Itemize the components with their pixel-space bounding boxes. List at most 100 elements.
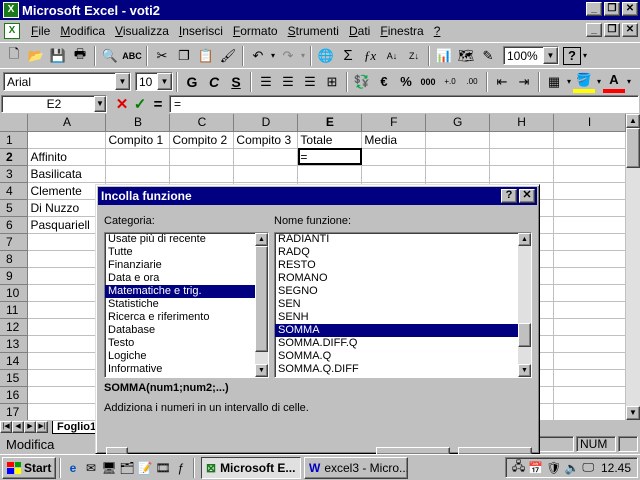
clock[interactable]: 12.45 bbox=[601, 461, 631, 475]
row-header[interactable]: 12 bbox=[0, 318, 29, 336]
cell-f3[interactable] bbox=[361, 165, 427, 183]
cell-d1[interactable]: Compito 3 bbox=[233, 131, 299, 149]
cell-h1[interactable] bbox=[489, 131, 555, 149]
column-header-h[interactable]: H bbox=[489, 114, 555, 132]
chevron-down-icon[interactable]: ▼ bbox=[115, 73, 130, 90]
antivirus-icon[interactable]: 🛡 bbox=[546, 461, 561, 475]
cell-e1[interactable]: Totale bbox=[297, 131, 363, 149]
workbook-icon[interactable]: X bbox=[4, 23, 20, 39]
menu-finestra[interactable]: Finestra bbox=[375, 24, 428, 38]
cell-b3[interactable] bbox=[105, 165, 171, 183]
undo-icon[interactable]: ↶ bbox=[247, 45, 269, 67]
cell-g1[interactable] bbox=[425, 131, 491, 149]
cell-i6[interactable] bbox=[553, 216, 626, 234]
category-item[interactable]: Usate più di recente bbox=[105, 233, 268, 246]
cancel-entry-button[interactable]: ✕ bbox=[113, 95, 131, 113]
borders-icon[interactable]: ▦ bbox=[543, 71, 565, 93]
menu-visualizza[interactable]: Visualizza bbox=[110, 24, 174, 38]
chevron-down-icon[interactable]: ▼ bbox=[157, 73, 172, 90]
scroll-down-icon[interactable]: ▼ bbox=[255, 364, 268, 377]
column-header-e[interactable]: E bbox=[297, 114, 363, 132]
row-header[interactable]: 10 bbox=[0, 284, 29, 302]
row-header[interactable]: 1 bbox=[0, 131, 29, 149]
function-item[interactable]: RADQ bbox=[275, 246, 531, 259]
decrease-indent-icon[interactable]: ⇤ bbox=[491, 71, 513, 93]
cell-i4[interactable] bbox=[553, 182, 626, 200]
menu-help[interactable]: ? bbox=[429, 24, 446, 38]
category-scrollbar[interactable]: ▲ ▼ bbox=[255, 233, 268, 377]
menu-dati[interactable]: Dati bbox=[344, 24, 375, 38]
row-header[interactable]: 15 bbox=[0, 369, 29, 387]
menu-strumenti[interactable]: Strumenti bbox=[283, 24, 344, 38]
category-item[interactable]: Logiche bbox=[105, 350, 268, 363]
column-header-b[interactable]: B bbox=[105, 114, 171, 132]
row-header[interactable]: 3 bbox=[0, 165, 29, 183]
taskbar-excel-voti2[interactable]: ⊠ Microsoft E... bbox=[201, 456, 301, 479]
taskbar-excel3[interactable]: W excel3 - Micro... bbox=[304, 456, 408, 479]
category-listbox[interactable]: Usate più di recente Tutte Finanziarie Data… bbox=[104, 232, 269, 378]
currency-format-icon[interactable]: 💱 bbox=[351, 71, 373, 93]
explorer-icon[interactable]: 🗂 bbox=[118, 459, 136, 477]
office-assistant-button[interactable]: ? bbox=[563, 46, 581, 65]
cell-i3[interactable] bbox=[553, 165, 626, 183]
minimize-button[interactable]: _ bbox=[586, 2, 602, 16]
network-icon[interactable]: 🖧 bbox=[512, 457, 525, 478]
cell-c2[interactable] bbox=[169, 148, 235, 166]
row-header[interactable]: 11 bbox=[0, 301, 29, 319]
cell-f1[interactable]: Media bbox=[361, 131, 427, 149]
cell-e2[interactable]: = bbox=[297, 148, 363, 166]
cell-b1[interactable]: Compito 1 bbox=[105, 131, 171, 149]
row-header[interactable]: 14 bbox=[0, 352, 29, 370]
cell-i1[interactable] bbox=[553, 131, 626, 149]
column-header-i[interactable]: I bbox=[553, 114, 626, 132]
cell-i9[interactable] bbox=[553, 267, 626, 285]
sort-descending-icon[interactable]: Z↓ bbox=[403, 45, 425, 67]
euro-button[interactable]: € bbox=[373, 71, 395, 93]
scheduler-icon[interactable]: 📅 bbox=[528, 461, 543, 475]
cell-i11[interactable] bbox=[553, 301, 626, 319]
cell-a2[interactable]: Affinito bbox=[27, 148, 107, 166]
cell-i5[interactable] bbox=[553, 199, 626, 217]
percent-button[interactable]: % bbox=[395, 71, 417, 93]
cell-h2[interactable] bbox=[489, 148, 555, 166]
column-header-f[interactable]: F bbox=[361, 114, 427, 132]
function-scrollbar[interactable]: ▲ ▼ bbox=[518, 233, 531, 377]
drawing-icon[interactable]: ✎ bbox=[477, 45, 499, 67]
print-preview-icon[interactable]: 🔍 bbox=[99, 45, 121, 67]
bold-button[interactable]: G bbox=[181, 71, 203, 93]
scroll-thumb[interactable] bbox=[626, 128, 640, 168]
cell-i10[interactable] bbox=[553, 284, 626, 302]
function-item[interactable]: SENH bbox=[275, 311, 531, 324]
font-color-dropdown-icon[interactable]: ▾ bbox=[625, 71, 633, 93]
function-item[interactable]: SOMMA.Q.DIFF bbox=[275, 363, 531, 376]
category-item[interactable]: Database bbox=[105, 324, 268, 337]
category-item[interactable]: Ricerca e riferimento bbox=[105, 311, 268, 324]
align-right-icon[interactable]: ☰ bbox=[299, 71, 321, 93]
column-header-a[interactable]: A bbox=[27, 114, 107, 132]
function-item[interactable]: SOMMA bbox=[275, 324, 531, 337]
function-item[interactable]: SEN bbox=[275, 298, 531, 311]
menu-file[interactable]: File bbox=[26, 24, 55, 38]
confirm-entry-button[interactable]: ✓ bbox=[131, 95, 149, 113]
scroll-thumb[interactable] bbox=[255, 246, 268, 352]
column-header-g[interactable]: G bbox=[425, 114, 491, 132]
media-icon[interactable]: 🎞 bbox=[154, 459, 172, 477]
scroll-up-icon[interactable]: ▲ bbox=[518, 233, 531, 246]
prev-sheet-icon[interactable]: ◀ bbox=[12, 421, 24, 433]
cell-i8[interactable] bbox=[553, 250, 626, 268]
column-header-d[interactable]: D bbox=[233, 114, 299, 132]
next-sheet-icon[interactable]: ▶ bbox=[24, 421, 36, 433]
decrease-decimal-icon[interactable]: .00 bbox=[461, 71, 483, 93]
fill-color-dropdown-icon[interactable]: ▾ bbox=[595, 71, 603, 93]
row-header[interactable]: 16 bbox=[0, 386, 29, 404]
close-button[interactable]: ✕ bbox=[622, 2, 638, 16]
doc-restore-button[interactable]: ❐ bbox=[604, 23, 620, 37]
volume-icon[interactable]: 🔈 bbox=[564, 461, 579, 475]
italic-button[interactable]: C bbox=[203, 71, 225, 93]
undo-dropdown-icon[interactable]: ▾ bbox=[269, 45, 277, 67]
fill-color-icon[interactable]: 🪣 bbox=[573, 71, 595, 93]
menu-modifica[interactable]: Modifica bbox=[55, 24, 110, 38]
underline-button[interactable]: S bbox=[225, 71, 247, 93]
row-header[interactable]: 17 bbox=[0, 403, 29, 420]
cell-i12[interactable] bbox=[553, 318, 626, 336]
